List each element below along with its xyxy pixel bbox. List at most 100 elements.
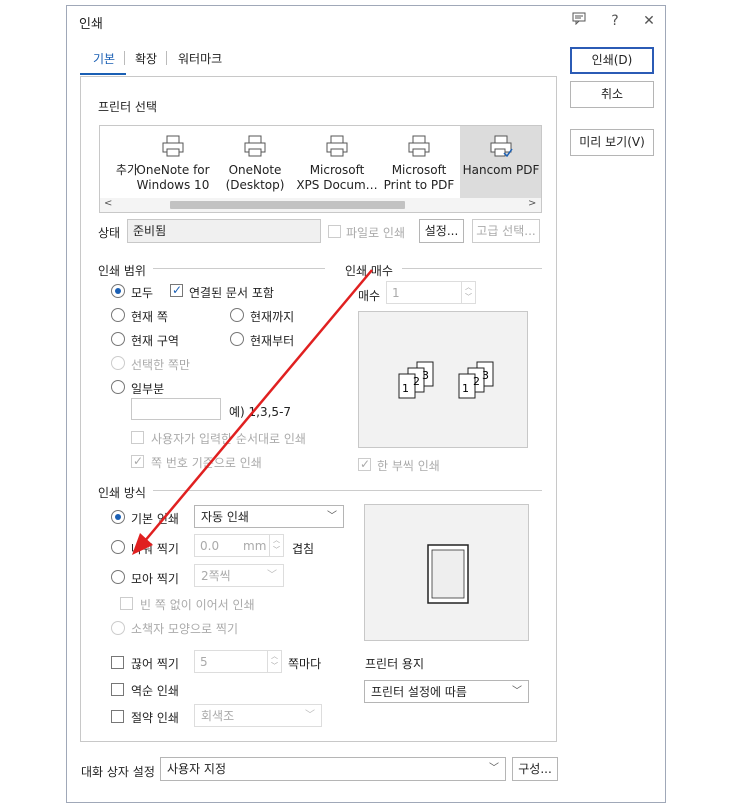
user-order-checkbox[interactable] — [131, 431, 144, 444]
printer-select-title: 프린터 선택 — [98, 100, 158, 114]
page-number-based-checkbox[interactable] — [131, 454, 144, 468]
range-current-section-radio[interactable] — [111, 332, 125, 346]
range-current-section-label: 현재 구역 — [131, 334, 179, 348]
range-title: 인쇄 범위 — [98, 264, 146, 278]
range-all-radio[interactable] — [111, 284, 125, 298]
collate-checkbox[interactable] — [358, 457, 371, 471]
scroll-left-icon[interactable]: < — [104, 198, 112, 209]
title-bar: 인쇄 ? ✕ — [67, 6, 665, 36]
overlap-label: 겹침 — [292, 542, 315, 556]
collate-digit: 2 — [473, 375, 480, 388]
tab-separator — [124, 51, 125, 65]
page-number-based-label: 쪽 번호 기준으로 인쇄 — [151, 456, 262, 470]
no-blank-label: 빈 쪽 없이 이어서 인쇄 — [140, 598, 255, 612]
scroll-right-icon[interactable]: > — [528, 198, 536, 209]
copies-title: 인쇄 매수 — [345, 264, 393, 278]
tab-watermark[interactable]: 워터마크 — [178, 50, 222, 67]
printer-item-xps[interactable]: Microsoft XPS Docum… — [296, 126, 378, 200]
basic-print-select[interactable]: 자동 인쇄 ﹀ — [194, 505, 344, 528]
range-partial-label: 일부분 — [131, 382, 165, 396]
chevron-down-icon: ﹀ — [489, 763, 499, 774]
tab-basic[interactable]: 기본 — [93, 50, 115, 67]
dialog-settings-select[interactable]: 사용자 지정 ﹀ — [160, 757, 506, 781]
printer-name: Microsoft XPS Docum… — [296, 163, 378, 192]
settings-button[interactable]: 설정... — [419, 219, 464, 243]
partial-pages-input[interactable] — [131, 398, 221, 420]
dialog-settings-label: 대화 상자 설정 — [81, 765, 155, 779]
comment-icon[interactable] — [569, 11, 589, 31]
config-button[interactable]: 구성... — [512, 757, 558, 781]
range-all-label: 모두 — [131, 286, 154, 300]
range-from-current-radio[interactable] — [230, 332, 244, 346]
copies-spinner[interactable]: ︿ ﹀ — [461, 282, 475, 303]
copies-input[interactable]: 1 ︿ ﹀ — [386, 281, 476, 304]
range-selected-pages-radio[interactable] — [111, 356, 125, 370]
save-print-checkbox[interactable] — [111, 710, 124, 723]
printer-item-onenote-win10[interactable]: OneNote for Windows 10 — [132, 126, 214, 200]
printer-icon — [162, 135, 184, 157]
save-print-label: 절약 인쇄 — [131, 711, 179, 725]
range-divider — [153, 268, 325, 269]
print-to-file-checkbox[interactable] — [328, 225, 341, 238]
printer-item-print-to-pdf[interactable]: Microsoft Print to PDF — [378, 126, 460, 200]
printer-check-icon — [490, 135, 513, 158]
range-partial-radio[interactable] — [111, 380, 125, 394]
range-to-current-radio[interactable] — [230, 308, 244, 322]
printer-list-scrollbar[interactable]: < > — [100, 198, 541, 212]
reverse-print-label: 역순 인쇄 — [131, 684, 179, 698]
tab-separator — [166, 51, 167, 65]
tab-extended[interactable]: 확장 — [135, 50, 157, 67]
printer-item-onenote-desktop[interactable]: OneNote (Desktop) — [214, 126, 296, 200]
print-button[interactable]: 인쇄(D) — [570, 47, 654, 74]
printer-icon — [408, 135, 430, 157]
paper-select[interactable]: 프린터 설정에 따름 ﹀ — [364, 680, 529, 703]
method-collect-radio[interactable] — [111, 570, 125, 584]
method-basic-label: 기본 인쇄 — [131, 512, 179, 526]
status-label: 상태 — [98, 226, 121, 240]
collate-label: 한 부씩 인쇄 — [377, 459, 440, 473]
method-basic-radio[interactable] — [111, 510, 125, 524]
range-current-page-radio[interactable] — [111, 308, 125, 322]
chevron-down-icon: ﹀ — [267, 570, 277, 581]
include-linked-label: 연결된 문서 포함 — [189, 286, 274, 300]
no-blank-checkbox[interactable] — [120, 597, 133, 610]
help-icon[interactable]: ? — [605, 11, 625, 31]
printer-icon — [326, 135, 348, 157]
advanced-button[interactable]: 고급 선택... — [472, 219, 540, 243]
nup-input[interactable]: 0.0 mm ︿ ﹀ — [194, 534, 284, 557]
scroll-thumb[interactable] — [170, 201, 405, 209]
nup-unit: mm — [243, 539, 267, 553]
reverse-print-checkbox[interactable] — [111, 683, 124, 696]
nup-spinner[interactable]: ︿ ﹀ — [269, 535, 283, 556]
collate-digit: 3 — [422, 369, 429, 382]
printer-list[interactable]: 추가 OneNote for Windows 10 OneNote (Desktop… — [99, 125, 542, 213]
booklet-radio[interactable] — [111, 621, 125, 635]
collect-select[interactable]: 2쪽씩 ﹀ — [194, 564, 284, 587]
include-linked-checkbox[interactable] — [170, 283, 183, 297]
booklet-label: 소책자 모양으로 찍기 — [131, 622, 238, 636]
printer-name: OneNote (Desktop) — [225, 163, 285, 192]
method-divider — [153, 490, 542, 491]
collate-digit: 3 — [482, 369, 489, 382]
cut-spinner[interactable]: ︿ ﹀ — [267, 651, 281, 672]
range-from-current-label: 현재부터 — [250, 334, 295, 348]
printer-item-hancom-pdf[interactable]: Hancom PDF — [460, 126, 541, 200]
collate-digit: 1 — [402, 382, 409, 395]
cut-print-input[interactable]: 5 ︿ ﹀ — [194, 650, 282, 673]
method-preview — [364, 504, 529, 641]
paper-label: 프린터 용지 — [365, 657, 425, 671]
preview-button[interactable]: 미리 보기(V) — [570, 129, 654, 156]
range-current-page-label: 현재 쪽 — [131, 310, 168, 324]
cut-print-checkbox[interactable] — [111, 656, 124, 669]
save-print-select[interactable]: 회색조 ﹀ — [194, 704, 322, 727]
user-order-label: 사용자가 입력한 순서대로 인쇄 — [151, 432, 306, 446]
collate-digit: 1 — [462, 382, 469, 395]
printer-name: Microsoft Print to PDF — [383, 163, 455, 192]
copies-label: 매수 — [358, 289, 381, 303]
method-nup-radio[interactable] — [111, 540, 125, 554]
method-nup-label: 나눠 찍기 — [131, 542, 179, 556]
close-icon[interactable]: ✕ — [639, 11, 659, 31]
cancel-button[interactable]: 취소 — [570, 81, 654, 108]
cut-print-label: 끊어 찍기 — [131, 657, 179, 671]
tab-active-underline — [80, 73, 126, 75]
